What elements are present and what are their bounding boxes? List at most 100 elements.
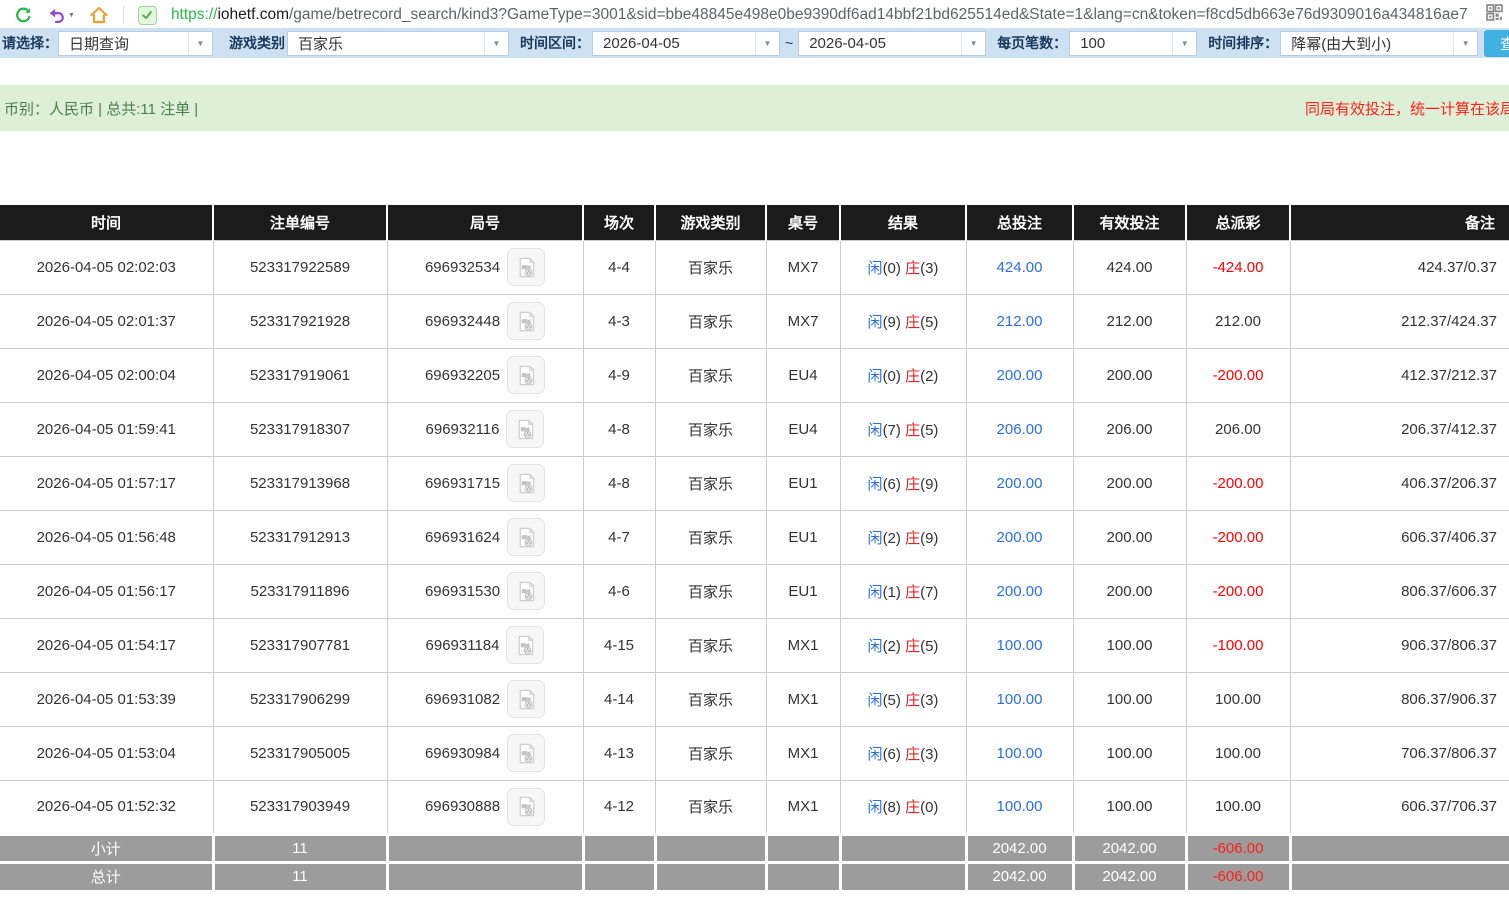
col-header-game-type: 游戏类别 xyxy=(655,205,766,240)
cell-game-type: 百家乐 xyxy=(655,456,766,510)
video-replay-button[interactable] xyxy=(507,302,545,340)
cell-time: 2026-04-05 01:57:17 xyxy=(0,456,213,510)
cell-payout: 100.00 xyxy=(1186,726,1290,780)
cell-time: 2026-04-05 02:01:37 xyxy=(0,294,213,348)
total-bet-link[interactable]: 100.00 xyxy=(997,637,1043,654)
col-header-payout: 总派彩 xyxy=(1186,205,1290,240)
chevron-down-icon[interactable]: ▼ xyxy=(484,32,508,55)
cell-time: 2026-04-05 01:54:17 xyxy=(0,618,213,672)
total-bet-link[interactable]: 424.00 xyxy=(997,259,1043,276)
col-header-time: 时间 xyxy=(0,205,213,240)
video-replay-button[interactable] xyxy=(507,356,545,394)
table-row: 2026-04-05 01:56:48 523317912913 6969316… xyxy=(0,510,1509,564)
cell-bet-id: 523317918307 xyxy=(213,402,387,456)
chevron-down-icon[interactable]: ▼ xyxy=(961,32,985,55)
video-replay-button[interactable] xyxy=(506,410,544,448)
table-row: 2026-04-05 01:59:41 523317918307 6969321… xyxy=(0,402,1509,456)
video-replay-button[interactable] xyxy=(506,626,544,664)
cell-remark: 406.37/206.37 xyxy=(1290,456,1509,510)
home-icon[interactable] xyxy=(89,5,109,25)
cell-remark: 606.37/706.37 xyxy=(1290,780,1509,834)
search-button[interactable]: 查询 xyxy=(1484,30,1509,57)
cell-table-no: EU4 xyxy=(766,402,840,456)
total-bet-link[interactable]: 100.00 xyxy=(997,691,1043,708)
cell-payout: -200.00 xyxy=(1186,348,1290,402)
cell-result: 闲(0) 庄(2) xyxy=(840,348,966,402)
cell-remark: 706.37/806.37 xyxy=(1290,726,1509,780)
table-footer: 小计 11 2042.00 2042.00 -606.00 总计 11 2042… xyxy=(0,834,1509,890)
total-bet-link[interactable]: 100.00 xyxy=(997,798,1043,815)
cell-total-bet: 200.00 xyxy=(966,456,1073,510)
chevron-down-icon[interactable]: ▼ xyxy=(755,32,779,55)
refresh-icon[interactable] xyxy=(14,6,33,25)
total-bet-link[interactable]: 200.00 xyxy=(997,583,1043,600)
secure-shield-icon[interactable] xyxy=(138,6,157,25)
chevron-down-icon[interactable]: ▼ xyxy=(1172,32,1196,55)
video-replay-button[interactable] xyxy=(507,572,545,610)
cell-valid-bet: 212.00 xyxy=(1073,294,1186,348)
total-bet-link[interactable]: 200.00 xyxy=(997,475,1043,492)
total-count: 11 xyxy=(213,862,387,890)
cell-bet-id: 523317907781 xyxy=(213,618,387,672)
cell-valid-bet: 100.00 xyxy=(1073,726,1186,780)
table-row: 2026-04-05 01:53:04 523317905005 6969309… xyxy=(0,726,1509,780)
bet-records-table-wrap: 时间 注单编号 局号 场次 游戏类别 桌号 结果 总投注 有效投注 总派彩 备注… xyxy=(0,205,1509,890)
cell-valid-bet: 424.00 xyxy=(1073,240,1186,294)
cell-remark: 906.37/806.37 xyxy=(1290,618,1509,672)
total-bet-link[interactable]: 200.00 xyxy=(997,367,1043,384)
total-bet-link[interactable]: 200.00 xyxy=(997,529,1043,546)
total-bet-link[interactable]: 212.00 xyxy=(997,313,1043,330)
cell-round-id: 696931715 xyxy=(387,456,583,510)
cell-valid-bet: 200.00 xyxy=(1073,456,1186,510)
cell-session: 4-8 xyxy=(583,456,655,510)
page-size-label: 每页笔数： xyxy=(997,33,1067,53)
cell-result: 闲(0) 庄(3) xyxy=(840,240,966,294)
cell-payout: 100.00 xyxy=(1186,780,1290,834)
page-size-select[interactable]: 100 ▼ xyxy=(1069,31,1197,56)
cell-session: 4-14 xyxy=(583,672,655,726)
cell-time: 2026-04-05 01:52:32 xyxy=(0,780,213,834)
filter-bar: 请选择： 日期查询 ▼ 游戏类别 百家乐 ▼ 时间区间： 2026-04-05 … xyxy=(0,28,1509,58)
col-header-table-no: 桌号 xyxy=(766,205,840,240)
table-row: 2026-04-05 01:56:17 523317911896 6969315… xyxy=(0,564,1509,618)
video-replay-button[interactable] xyxy=(507,680,545,718)
url-scheme: https:// xyxy=(171,6,218,23)
video-replay-button[interactable] xyxy=(507,788,545,826)
game-type-label: 游戏类别 xyxy=(229,33,285,53)
cell-session: 4-7 xyxy=(583,510,655,564)
cell-payout: 100.00 xyxy=(1186,672,1290,726)
cell-payout: -200.00 xyxy=(1186,564,1290,618)
cell-time: 2026-04-05 02:00:04 xyxy=(0,348,213,402)
cell-payout: -200.00 xyxy=(1186,510,1290,564)
cell-time: 2026-04-05 01:56:17 xyxy=(0,564,213,618)
cell-table-no: MX1 xyxy=(766,726,840,780)
chevron-down-icon[interactable]: ▼ xyxy=(188,32,212,55)
video-replay-button[interactable] xyxy=(507,518,545,556)
cell-bet-id: 523317919061 xyxy=(213,348,387,402)
cell-time: 2026-04-05 01:53:04 xyxy=(0,726,213,780)
table-row: 2026-04-05 02:01:37 523317921928 6969324… xyxy=(0,294,1509,348)
date-query-select[interactable]: 日期查询 ▼ xyxy=(58,31,213,56)
back-icon[interactable]: ▼ xyxy=(47,6,75,25)
video-replay-button[interactable] xyxy=(507,734,545,772)
chevron-down-icon[interactable]: ▼ xyxy=(1453,32,1477,55)
video-replay-button[interactable] xyxy=(507,464,545,502)
sort-select[interactable]: 降幂(由大到小) ▼ xyxy=(1280,31,1478,56)
cell-result: 闲(2) 庄(9) xyxy=(840,510,966,564)
total-label: 总计 xyxy=(0,862,213,890)
col-header-result: 结果 xyxy=(840,205,966,240)
video-replay-button[interactable] xyxy=(507,248,545,286)
game-type-select[interactable]: 百家乐 ▼ xyxy=(287,31,509,56)
cell-session: 4-13 xyxy=(583,726,655,780)
cell-game-type: 百家乐 xyxy=(655,294,766,348)
date-to-select[interactable]: 2026-04-05 ▼ xyxy=(798,31,986,56)
date-from-select[interactable]: 2026-04-05 ▼ xyxy=(592,31,780,56)
address-bar[interactable]: https://iohetf.com/game/betrecord_search… xyxy=(171,6,1468,24)
qr-code-icon[interactable] xyxy=(1486,4,1503,26)
cell-game-type: 百家乐 xyxy=(655,348,766,402)
back-history-caret-icon[interactable]: ▼ xyxy=(68,12,75,19)
total-bet-link[interactable]: 100.00 xyxy=(997,745,1043,762)
cell-table-no: MX7 xyxy=(766,240,840,294)
total-bet-link[interactable]: 206.00 xyxy=(997,421,1043,438)
col-header-round-id: 局号 xyxy=(387,205,583,240)
